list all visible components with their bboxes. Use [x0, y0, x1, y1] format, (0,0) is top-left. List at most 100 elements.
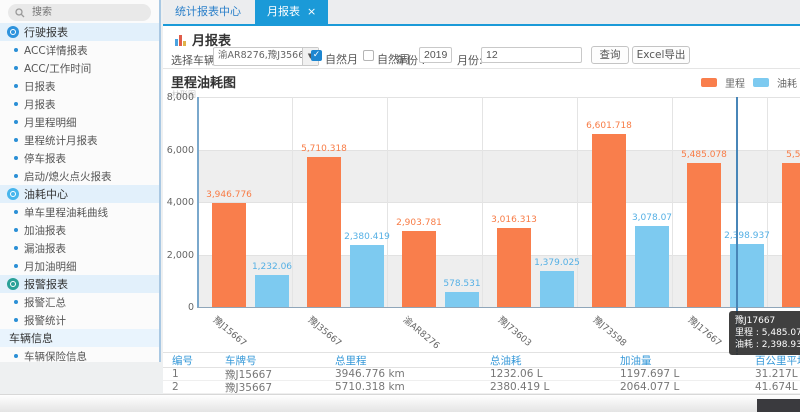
- x-tick-label: 豫J35667: [306, 313, 345, 349]
- sidebar-item-label: 加油报表: [24, 223, 66, 238]
- sidebar-item[interactable]: 月报表: [0, 95, 159, 113]
- bar-value-label: 1,232.06: [240, 262, 304, 272]
- bullet-icon: [14, 228, 18, 232]
- bar-value-label: 2,398.937: [715, 231, 779, 241]
- bar-value-label: 5,500: [767, 150, 800, 160]
- sidebar-item[interactable]: 日报表: [0, 77, 159, 95]
- natural-month-label: 自然月: [325, 51, 358, 67]
- fuel-bar[interactable]: [255, 275, 289, 307]
- sidebar-item[interactable]: ACC详情报表: [0, 41, 159, 59]
- bar-chart-icon: [175, 34, 186, 46]
- table-row[interactable]: 2豫J356675710.318 km2380.419 L2064.077 L4…: [163, 381, 800, 394]
- category-splitline: [672, 97, 673, 307]
- tooltip-fuel: 油耗 : 2,398.937: [735, 339, 800, 351]
- mileage-bar[interactable]: [212, 203, 246, 307]
- tab-label: 月报表: [267, 5, 300, 18]
- table-header-cell[interactable]: 车牌号: [216, 353, 326, 368]
- fuel-bar[interactable]: [540, 271, 574, 307]
- sidebar-item[interactable]: ACC/工作时间: [0, 59, 159, 77]
- sidebar-item[interactable]: 加油报表: [0, 221, 159, 239]
- table-cell: 31.217L: [746, 368, 800, 380]
- fuel-bar[interactable]: [445, 292, 479, 307]
- sidebar-item-label: ACC详情报表: [24, 43, 88, 58]
- natural-month-checkbox[interactable]: ✓: [311, 50, 322, 61]
- table-header-cell[interactable]: 编号: [163, 353, 216, 368]
- search-button[interactable]: 查询: [591, 46, 629, 64]
- year-field[interactable]: [419, 47, 452, 63]
- bullet-icon: [14, 318, 18, 322]
- close-icon[interactable]: ×: [307, 5, 316, 18]
- bullet-icon: [14, 84, 18, 88]
- sidebar-item[interactable]: 单车里程油耗曲线: [0, 203, 159, 221]
- bottom-scrollbar-area[interactable]: [0, 394, 800, 412]
- x-tick-label: 渝AR8276: [401, 313, 443, 351]
- x-tick-label: 豫J73598: [591, 313, 630, 349]
- tab-monthly-report[interactable]: 月报表 ×: [255, 0, 328, 24]
- legend-fuel-swatch[interactable]: [753, 78, 769, 87]
- sidebar-item-label: 报警统计: [24, 313, 66, 328]
- sidebar-section-2[interactable]: 报警报表: [0, 275, 159, 293]
- table-cell: 2: [163, 381, 216, 393]
- category-splitline: [292, 97, 293, 307]
- y-tick-label: 2,000: [167, 250, 194, 261]
- sidebar-item-label: 月里程明细: [24, 115, 77, 130]
- sidebar-item[interactable]: 报警汇总: [0, 293, 159, 311]
- bar-value-label: 3,016.313: [482, 215, 546, 225]
- sidebar-item[interactable]: 报警统计: [0, 311, 159, 329]
- bar-value-label: 2,380.419: [335, 232, 399, 242]
- sidebar-item[interactable]: 月里程明细: [0, 113, 159, 131]
- bar-value-label: 2,903.781: [387, 218, 451, 228]
- category-splitline: [482, 97, 483, 307]
- bar-value-label: 1,379.025: [525, 258, 589, 268]
- x-tick-label: 豫J73603: [496, 313, 535, 349]
- natural-week-checkbox[interactable]: [363, 50, 374, 61]
- category-splitline: [767, 97, 768, 307]
- table-header-cell[interactable]: 总里程: [326, 353, 481, 368]
- month-field[interactable]: [481, 47, 582, 63]
- sidebar-search[interactable]: [8, 4, 151, 21]
- sidebar-nav: 行驶报表 ACC详情报表ACC/工作时间日报表月报表月里程明细里程统计月报表停车报…: [0, 23, 159, 365]
- vehicle-select[interactable]: 渝AR8276,豫J35667,豫J15667 ▼: [213, 47, 319, 66]
- sidebar-section-0[interactable]: 行驶报表: [0, 23, 159, 41]
- fuel-bar[interactable]: [635, 226, 669, 307]
- bottom-right-corner-block: [757, 399, 800, 412]
- excel-export-button[interactable]: Excel导出: [632, 46, 690, 64]
- bullet-icon: [14, 264, 18, 268]
- table-cell: 41.674L: [746, 381, 800, 393]
- category-splitline: [387, 97, 388, 307]
- divider: [163, 68, 800, 69]
- table-cell: 2380.419 L: [481, 381, 611, 393]
- legend-mileage-swatch[interactable]: [701, 78, 717, 87]
- x-tick-label: 豫J17667: [686, 313, 725, 349]
- mileage-bar[interactable]: [782, 163, 800, 307]
- x-tick-label: 豫J15667: [211, 313, 250, 349]
- sidebar-item-label: 单车里程油耗曲线: [24, 205, 108, 220]
- legend-mileage-label[interactable]: 里程: [725, 75, 745, 90]
- sidebar-item[interactable]: 漏油报表: [0, 239, 159, 257]
- sidebar-section-3[interactable]: 车辆信息: [0, 329, 159, 347]
- fuel-bar[interactable]: [350, 245, 384, 307]
- tooltip-title: 豫J17667: [735, 315, 800, 327]
- mileage-bar[interactable]: [402, 231, 436, 307]
- tab-bar: 统计报表中心 月报表 ×: [163, 0, 800, 26]
- sidebar-item[interactable]: 启动/熄火点火报表: [0, 167, 159, 185]
- table-cell: 1232.06 L: [481, 368, 611, 380]
- sidebar-item[interactable]: 月加油明细: [0, 257, 159, 275]
- sidebar-item[interactable]: 里程统计月报表: [0, 131, 159, 149]
- sidebar-section-1[interactable]: 油耗中心: [0, 185, 159, 203]
- legend-fuel-label[interactable]: 油耗: [777, 75, 797, 90]
- bullet-icon: [14, 174, 18, 178]
- chart-legend: 里程 油耗: [701, 75, 797, 90]
- app-window: 行驶报表ACC详情报表ACC/工作时间日报表月报表月里程明细里程统计月报表停车报…: [0, 0, 800, 412]
- bullet-icon: [14, 300, 18, 304]
- sidebar-item[interactable]: 车辆保险信息: [0, 347, 159, 365]
- sidebar-section-label: 油耗中心: [24, 186, 68, 202]
- search-input[interactable]: [30, 6, 144, 19]
- sidebar-item[interactable]: 停车报表: [0, 149, 159, 167]
- table-header-cell[interactable]: 加油量: [611, 353, 746, 368]
- chart-tooltip: 豫J17667 里程 : 5,485.078 油耗 : 2,398.937: [729, 311, 800, 355]
- tab-report-center[interactable]: 统计报表中心: [163, 0, 253, 24]
- table-header-cell[interactable]: 总油耗: [481, 353, 611, 368]
- bullet-icon: [14, 102, 18, 106]
- bullet-icon: [14, 156, 18, 160]
